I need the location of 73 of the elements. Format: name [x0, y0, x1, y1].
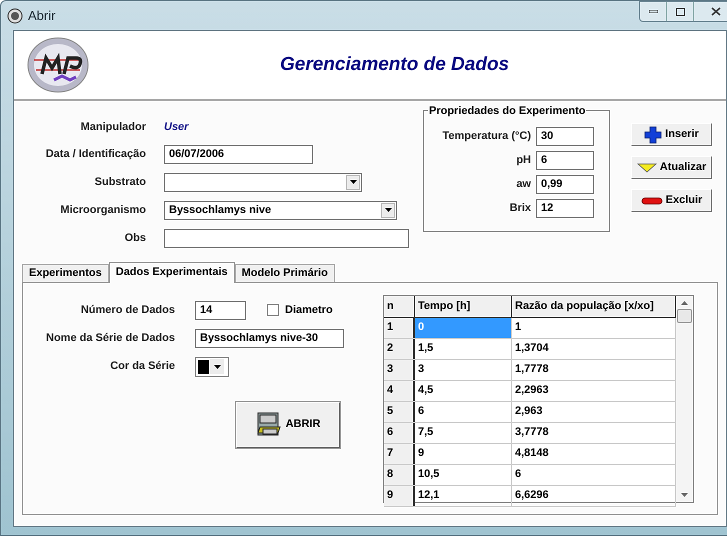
color-picker[interactable] — [195, 356, 229, 376]
input-field[interactable] — [164, 228, 409, 248]
table-cell: 4,5 — [415, 380, 512, 400]
triangle-down-icon — [636, 162, 657, 172]
input-field[interactable]: 12 — [536, 199, 594, 218]
maximize-icon — [676, 8, 684, 16]
field-label: aw — [515, 177, 531, 192]
field-label: Microorganismo — [59, 202, 146, 218]
table-cell: 6 — [415, 402, 512, 422]
action-button[interactable]: Atualizar — [631, 156, 712, 179]
table-cell: 9 — [415, 444, 512, 464]
dropdown[interactable] — [164, 172, 362, 192]
row-number: 3 — [384, 360, 415, 380]
input-field[interactable]: 6 — [536, 151, 594, 170]
row-number: 4 — [384, 380, 415, 400]
drawer-icon — [256, 412, 282, 438]
open-button[interactable]: ABRIR — [236, 402, 340, 448]
field-label: Obs — [124, 230, 146, 246]
field-label: Manipulador — [80, 120, 146, 135]
field-label: Nome da Série de Dados — [45, 330, 175, 346]
row-number: 5 — [384, 402, 415, 422]
minimize-icon — [648, 10, 658, 13]
action-button[interactable]: Inserir — [631, 123, 712, 146]
scroll-thumb[interactable] — [677, 308, 692, 322]
input-field[interactable]: 0,99 — [536, 175, 594, 194]
table-cell: 7,5 — [415, 422, 512, 442]
input-field[interactable]: Byssochlamys nive-30 — [195, 328, 344, 348]
group-title: Propriedades do Experimento — [428, 103, 586, 120]
tab[interactable]: Dados Experimentais — [108, 262, 235, 282]
column-header: Tempo [h] — [415, 296, 512, 316]
user-name: User — [164, 120, 188, 135]
logo-icon — [26, 36, 90, 94]
table-cell: 1,5 — [415, 338, 512, 358]
field-label: pH — [515, 153, 531, 168]
table-cell: 12,1 — [415, 486, 512, 506]
caret-icon — [381, 202, 395, 218]
field-label: Brix — [508, 201, 531, 216]
column-header: n — [384, 296, 415, 316]
field-label: Temperatura (°C) — [441, 129, 531, 144]
table-cell: 10,5 — [415, 464, 512, 484]
field-label: Data / Identificação — [44, 146, 146, 162]
close-icon — [711, 7, 721, 16]
row-number: 9 — [384, 486, 415, 506]
row-number: 6 — [384, 422, 415, 442]
row-number: 8 — [384, 464, 415, 484]
page-title: Gerenciamento de Dados — [280, 52, 510, 77]
action-button[interactable]: Excluir — [631, 189, 712, 212]
input-field[interactable]: 14 — [195, 300, 246, 320]
column-header: Razão da população [x/xo] — [512, 296, 676, 316]
field-label: Cor da Série — [109, 359, 175, 374]
checkbox[interactable] — [267, 304, 279, 316]
scroll-up-icon[interactable] — [681, 300, 688, 304]
app-logo-icon — [7, 8, 23, 24]
row-number: 7 — [384, 444, 415, 464]
table-cell: 0 — [415, 318, 512, 338]
field-label: Substrato — [94, 174, 146, 190]
table-cell: 3 — [415, 360, 512, 380]
dropdown[interactable]: Byssochlamys nive — [164, 200, 397, 220]
scroll-down-icon[interactable] — [681, 492, 688, 496]
caret-icon — [210, 359, 224, 374]
checkbox-label: Diametro — [285, 302, 333, 318]
input-field[interactable]: 30 — [536, 127, 594, 146]
plus-icon — [644, 126, 662, 144]
row-number: 2 — [384, 338, 415, 358]
tab[interactable]: Modelo Primário — [234, 264, 335, 282]
window-title: Abrir — [28, 6, 56, 25]
caret-icon — [346, 174, 360, 190]
tab[interactable]: Experimentos — [22, 264, 109, 282]
minus-icon — [640, 196, 663, 204]
input-field[interactable]: 06/07/2006 — [164, 144, 313, 164]
field-label: Número de Dados — [80, 302, 175, 318]
scrollbar[interactable] — [676, 296, 693, 502]
row-number: 1 — [384, 318, 415, 338]
